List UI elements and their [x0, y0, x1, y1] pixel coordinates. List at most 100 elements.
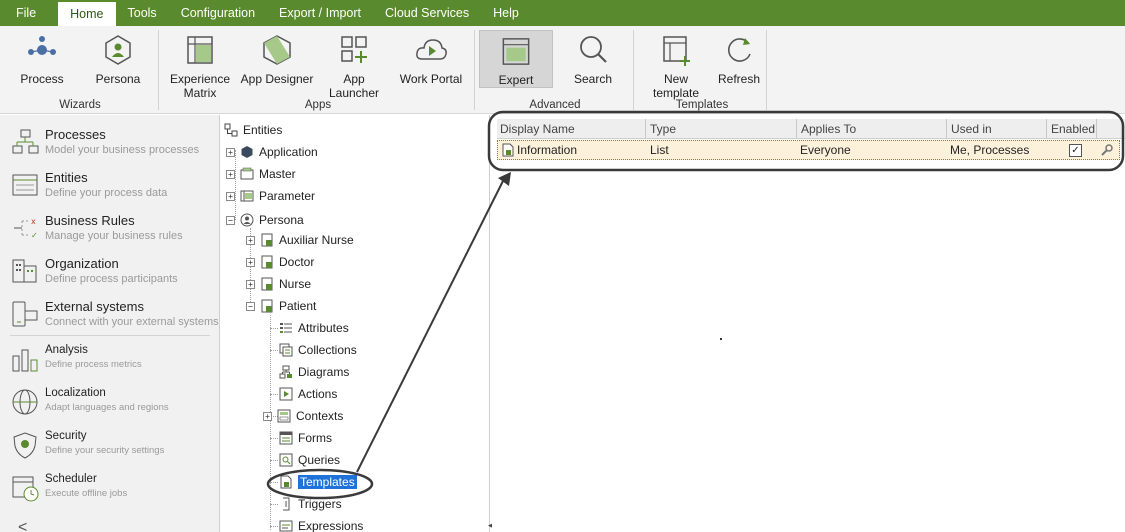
tree-node-label: Doctor	[279, 255, 315, 269]
tree-node-label: Contexts	[296, 409, 344, 423]
tree-node-label: Diagrams	[298, 365, 350, 379]
ribbon-separator	[766, 30, 767, 110]
menu-home[interactable]: Home	[58, 2, 116, 26]
tree-node-triggers[interactable]: Triggers	[279, 494, 342, 514]
tree-node-collections[interactable]: Collections	[279, 340, 357, 360]
expand-toggle[interactable]: +	[226, 169, 235, 179]
tree-node-application[interactable]: + Application	[226, 142, 318, 162]
expand-toggle[interactable]: +	[226, 191, 235, 201]
sidebar-item-localization[interactable]: Localization Adapt languages and regions	[10, 383, 215, 423]
enabled-checkbox[interactable]: ✓	[1069, 144, 1082, 157]
triggers-icon	[283, 497, 290, 511]
menu-export-import[interactable]: Export / Import	[267, 0, 373, 26]
expand-toggle[interactable]: +	[246, 257, 255, 267]
collapse-toggle[interactable]: −	[246, 301, 255, 311]
menu-help[interactable]: Help	[481, 0, 531, 26]
sidebar-item-scheduler[interactable]: Scheduler Execute offline jobs	[10, 469, 215, 509]
tree-node-attributes[interactable]: Attributes	[279, 318, 349, 338]
sidebar-item-title: Analysis	[45, 344, 88, 356]
parameter-icon	[240, 190, 254, 202]
expand-toggle[interactable]: +	[263, 411, 272, 421]
tree-node-doctor[interactable]: + Doctor	[246, 252, 314, 272]
column-header-type[interactable]: Type	[647, 119, 797, 139]
tree-node-label: Attributes	[298, 321, 349, 335]
experience-matrix-button[interactable]: Experience Matrix	[168, 32, 232, 100]
menu-tools[interactable]: Tools	[116, 0, 169, 26]
sidebar-item-subtitle: Connect with your external systems	[45, 316, 219, 328]
tree-node-actions[interactable]: Actions	[279, 384, 337, 404]
sidebar-item-title: External systems	[45, 299, 144, 314]
sidebar-item-entities[interactable]: Entities Define your process data	[10, 166, 215, 206]
menu-configuration[interactable]: Configuration	[169, 0, 267, 26]
sidebar-item-processes[interactable]: Processes Model your business processes	[10, 123, 215, 163]
tree-node-contexts[interactable]: + Contexts	[263, 406, 343, 426]
application-hexagon-icon	[241, 146, 253, 158]
sidebar-item-security[interactable]: Security Define your security settings	[10, 426, 215, 466]
tree-node-label: Parameter	[259, 189, 316, 203]
column-header-used-in[interactable]: Used in	[948, 119, 1047, 139]
tree-node-templates[interactable]: Templates	[279, 472, 357, 492]
app-designer-button[interactable]: App Designer	[240, 32, 314, 86]
sidebar-item-title: Processes	[45, 127, 106, 142]
tree-node-persona[interactable]: − Persona	[226, 210, 304, 230]
menu-file[interactable]: File	[0, 0, 58, 26]
table-row[interactable]: Information List Everyone Me, Processes …	[497, 140, 1120, 160]
app-launcher-button[interactable]: App Launcher	[318, 32, 390, 100]
processes-icon	[12, 129, 39, 154]
persona-button[interactable]: Persona	[94, 32, 142, 86]
sidebar-item-organization[interactable]: Organization Define process participants	[10, 252, 215, 292]
templates-grid: Display Name Type Applies To Used in Ena…	[492, 115, 1125, 532]
work-portal-button[interactable]: Work Portal	[398, 32, 464, 86]
refresh-icon	[728, 38, 751, 62]
menu-cloud-services[interactable]: Cloud Services	[373, 0, 481, 26]
tree-node-parameter[interactable]: + Parameter	[226, 186, 315, 206]
collapse-toggle[interactable]: −	[226, 215, 235, 225]
group-label-advanced: Advanced	[529, 99, 581, 111]
column-header-applies-to[interactable]: Applies To	[798, 119, 947, 139]
tree-node-nurse[interactable]: + Nurse	[246, 274, 311, 294]
sidebar-item-subtitle: Model your business processes	[45, 144, 200, 156]
sidebar-item-title: Localization	[45, 387, 106, 399]
actions-play-icon	[279, 387, 293, 401]
process-button[interactable]: Process	[18, 32, 66, 86]
tree-node-auxiliar-nurse[interactable]: + Auxiliar Nurse	[246, 230, 354, 250]
group-label-templates: Templates	[675, 99, 729, 111]
collapse-sidebar-button[interactable]: <	[18, 519, 27, 532]
row-settings-icon[interactable]	[1100, 143, 1114, 157]
tree-node-queries[interactable]: Queries	[279, 450, 340, 470]
expand-toggle[interactable]: +	[246, 235, 255, 245]
tree-node-label: Patient	[279, 299, 317, 313]
sidebar-item-subtitle: Manage your business rules	[45, 230, 183, 242]
template-row-icon	[502, 143, 514, 157]
column-header-display-name[interactable]: Display Name	[497, 119, 646, 139]
sidebar-item-title: Business Rules	[45, 213, 135, 228]
svg-text:✓: ✓	[31, 231, 38, 240]
new-template-button[interactable]: New template	[640, 32, 712, 100]
expand-toggle[interactable]: +	[226, 147, 235, 157]
tree-node-label: Master	[259, 167, 296, 181]
tree-node-entities[interactable]: Entities	[224, 120, 282, 140]
expert-button[interactable]: Expert	[479, 30, 553, 88]
analysis-icon	[12, 349, 38, 372]
sidebar-item-analysis[interactable]: Analysis Define process metrics	[10, 340, 215, 380]
shield-icon	[13, 432, 37, 459]
search-button[interactable]: Search	[568, 32, 618, 86]
refresh-button[interactable]: Refresh	[716, 32, 762, 86]
experience-matrix-icon	[187, 36, 213, 64]
sidebar-item-business-rules[interactable]: x ✓ Business Rules Manage your business …	[10, 209, 215, 249]
sidebar-item-external-systems[interactable]: External systems Connect with your exter…	[10, 295, 219, 335]
tree-node-diagrams[interactable]: Diagrams	[279, 362, 349, 382]
tree-node-master[interactable]: + Master	[226, 164, 296, 184]
tree-node-forms[interactable]: Forms	[279, 428, 332, 448]
expand-toggle[interactable]: +	[246, 279, 255, 289]
tree-node-patient[interactable]: − Patient	[246, 296, 316, 316]
cell-display-name: Information	[517, 143, 578, 157]
ribbon-separator	[633, 30, 634, 110]
tree-node-label: Application	[259, 145, 318, 159]
tree-node-expressions[interactable]: Expressions	[279, 516, 363, 532]
column-header-enabled[interactable]: Enabled	[1048, 119, 1097, 139]
queries-icon	[279, 453, 293, 467]
entity-icon	[261, 277, 273, 291]
ribbon: Process Persona Wizards Experience Matri…	[0, 26, 1125, 114]
entities-tree-icon	[224, 123, 238, 137]
